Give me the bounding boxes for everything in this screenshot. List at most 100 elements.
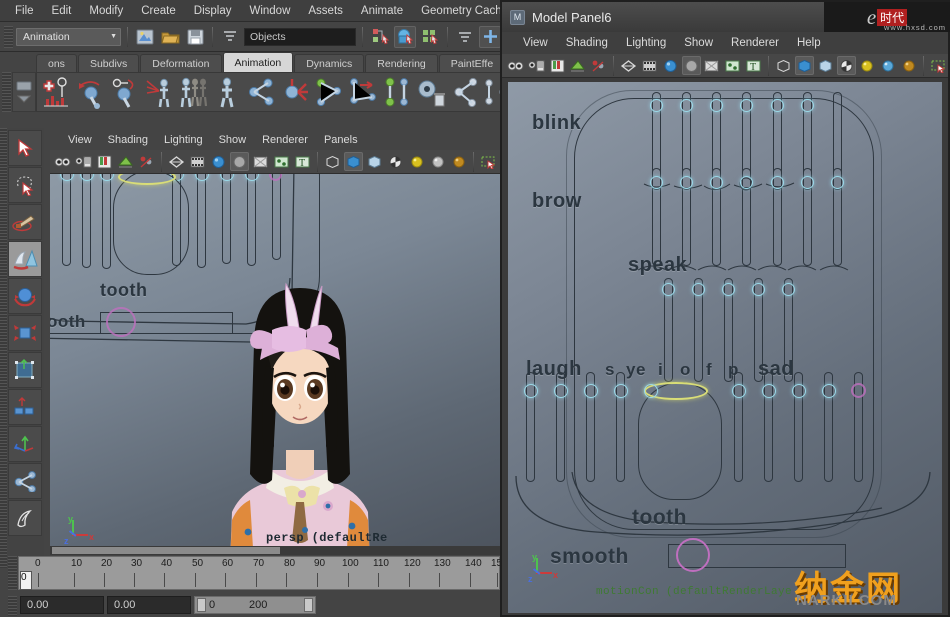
time-slider-grip[interactable] xyxy=(8,556,17,590)
status-line-grip[interactable] xyxy=(4,25,13,48)
camera-attributes-icon[interactable] xyxy=(74,152,93,171)
time-slider[interactable]: 0 10 20 30 40 50 60 70 80 90 100 110 120… xyxy=(8,556,502,590)
menu-create[interactable]: Create xyxy=(132,3,185,19)
paint-select-tool[interactable] xyxy=(8,204,42,240)
ik-spline-handle-icon[interactable] xyxy=(109,75,141,109)
blink-control[interactable] xyxy=(650,99,663,112)
mouth-control[interactable] xyxy=(584,384,598,398)
xray-active-icon[interactable] xyxy=(365,152,384,171)
texture-display-icon[interactable] xyxy=(251,152,270,171)
fp-menu-shading[interactable]: Shading xyxy=(557,36,617,50)
select-by-hierarchy-icon[interactable] xyxy=(369,26,391,48)
viewport-horizontal-scrollbar[interactable] xyxy=(50,546,500,555)
high-quality-render-icon[interactable] xyxy=(386,152,405,171)
mouth-control[interactable] xyxy=(614,384,628,398)
book-icon[interactable] xyxy=(95,152,114,171)
new-scene-icon[interactable] xyxy=(134,26,156,48)
menu-display[interactable]: Display xyxy=(185,3,241,19)
scrollbar-thumb[interactable] xyxy=(52,547,280,554)
shelf-tab-deformation[interactable]: Deformation xyxy=(140,54,222,72)
shelf-tab-dynamics[interactable]: Dynamics xyxy=(294,54,365,72)
blink-control[interactable] xyxy=(710,99,723,112)
speak-control[interactable] xyxy=(692,283,705,296)
mouth-control[interactable] xyxy=(762,384,776,398)
smooth-slider-handle[interactable] xyxy=(676,538,710,572)
camera-attributes-icon[interactable] xyxy=(527,56,546,75)
shaded-display-icon[interactable] xyxy=(681,56,701,75)
fp-menu-renderer[interactable]: Renderer xyxy=(722,36,788,50)
texture-display-icon[interactable] xyxy=(703,56,722,75)
image-plane-icon[interactable] xyxy=(116,152,135,171)
xray-joints-icon[interactable] xyxy=(344,152,363,171)
light-yellow-icon[interactable] xyxy=(858,56,877,75)
tooth-slider-handle[interactable] xyxy=(106,307,136,337)
range-start-handle[interactable] xyxy=(197,598,206,612)
mouth-control-selected[interactable] xyxy=(851,383,866,398)
lasso-select-tool[interactable] xyxy=(8,167,42,203)
blink-control[interactable] xyxy=(801,99,814,112)
vp-menu-shading[interactable]: Shading xyxy=(100,133,156,147)
shelf-options-box[interactable] xyxy=(12,72,36,112)
wireframe-icon[interactable] xyxy=(167,152,186,171)
vp-menu-view[interactable]: View xyxy=(60,133,100,147)
mouth-control[interactable] xyxy=(822,384,836,398)
smooth-shade-icon[interactable] xyxy=(661,56,680,75)
vp-menu-renderer[interactable]: Renderer xyxy=(254,133,316,147)
end-time-field[interactable]: 0.00 xyxy=(107,596,191,614)
shelf-tab-rendering[interactable]: Rendering xyxy=(365,54,438,72)
light-orange-icon[interactable] xyxy=(449,152,468,171)
select-tool[interactable] xyxy=(8,130,42,166)
quick-selection-field[interactable]: Objects xyxy=(244,27,356,46)
paint-effects-tool[interactable] xyxy=(8,500,42,536)
mouth-control[interactable] xyxy=(732,384,746,398)
shaded-display-icon[interactable] xyxy=(230,152,249,171)
bind-skin-icon[interactable] xyxy=(279,75,311,109)
blink-control[interactable] xyxy=(771,99,784,112)
wireframe-icon[interactable] xyxy=(619,56,638,75)
speak-control[interactable] xyxy=(752,283,765,296)
mouth-control[interactable] xyxy=(554,384,568,398)
move-tool[interactable] xyxy=(8,389,42,425)
selection-mask-icon[interactable] xyxy=(219,26,241,48)
range-slider[interactable]: 0 200 xyxy=(194,596,316,614)
brow-control[interactable] xyxy=(771,176,784,189)
select-camera-icon[interactable] xyxy=(53,152,72,171)
use-all-lights-icon[interactable] xyxy=(723,56,742,75)
xray-icon[interactable] xyxy=(774,56,793,75)
vp-menu-panels[interactable]: Panels xyxy=(316,133,366,147)
mirror-skin-weights-icon[interactable] xyxy=(381,75,413,109)
light-orange-icon[interactable] xyxy=(899,56,918,75)
snap-grid-icon[interactable] xyxy=(454,26,476,48)
film-gate-icon[interactable] xyxy=(188,152,207,171)
xray-active-icon[interactable] xyxy=(816,56,835,75)
film-gate-icon[interactable] xyxy=(640,56,659,75)
float-viewport-canvas[interactable]: blink brow speak laugh s ye i o f p sad … xyxy=(508,82,942,613)
set-key-icon[interactable] xyxy=(41,75,73,109)
vp-menu-show[interactable]: Show xyxy=(211,133,255,147)
marquee-select-icon[interactable] xyxy=(929,56,948,75)
skeleton-joint-icon[interactable] xyxy=(211,75,243,109)
brow-control[interactable] xyxy=(831,176,844,189)
twopoint-light-icon[interactable] xyxy=(589,56,608,75)
menu-edit[interactable]: Edit xyxy=(43,3,81,19)
text-display-icon[interactable]: T xyxy=(293,152,312,171)
create-cluster-icon[interactable] xyxy=(449,75,481,109)
brow-control[interactable] xyxy=(650,176,663,189)
blink-control[interactable] xyxy=(740,99,753,112)
fp-menu-show[interactable]: Show xyxy=(675,36,722,50)
use-all-lights-icon[interactable] xyxy=(272,152,291,171)
range-end-handle[interactable] xyxy=(304,598,313,612)
shelf-grip[interactable] xyxy=(2,72,11,112)
menu-file[interactable]: File xyxy=(6,3,43,19)
xray-icon[interactable] xyxy=(323,152,342,171)
light-grey-icon[interactable] xyxy=(428,152,447,171)
text-display-icon[interactable]: T xyxy=(744,56,763,75)
menu-window[interactable]: Window xyxy=(240,3,299,19)
ik-handle-icon[interactable] xyxy=(75,75,107,109)
speak-control[interactable] xyxy=(722,283,735,296)
menu-animate[interactable]: Animate xyxy=(352,3,412,19)
mouth-control[interactable] xyxy=(524,384,538,398)
twopoint-light-icon[interactable] xyxy=(137,152,156,171)
snap-point-icon[interactable] xyxy=(479,25,501,48)
light-blue-icon[interactable] xyxy=(878,56,897,75)
